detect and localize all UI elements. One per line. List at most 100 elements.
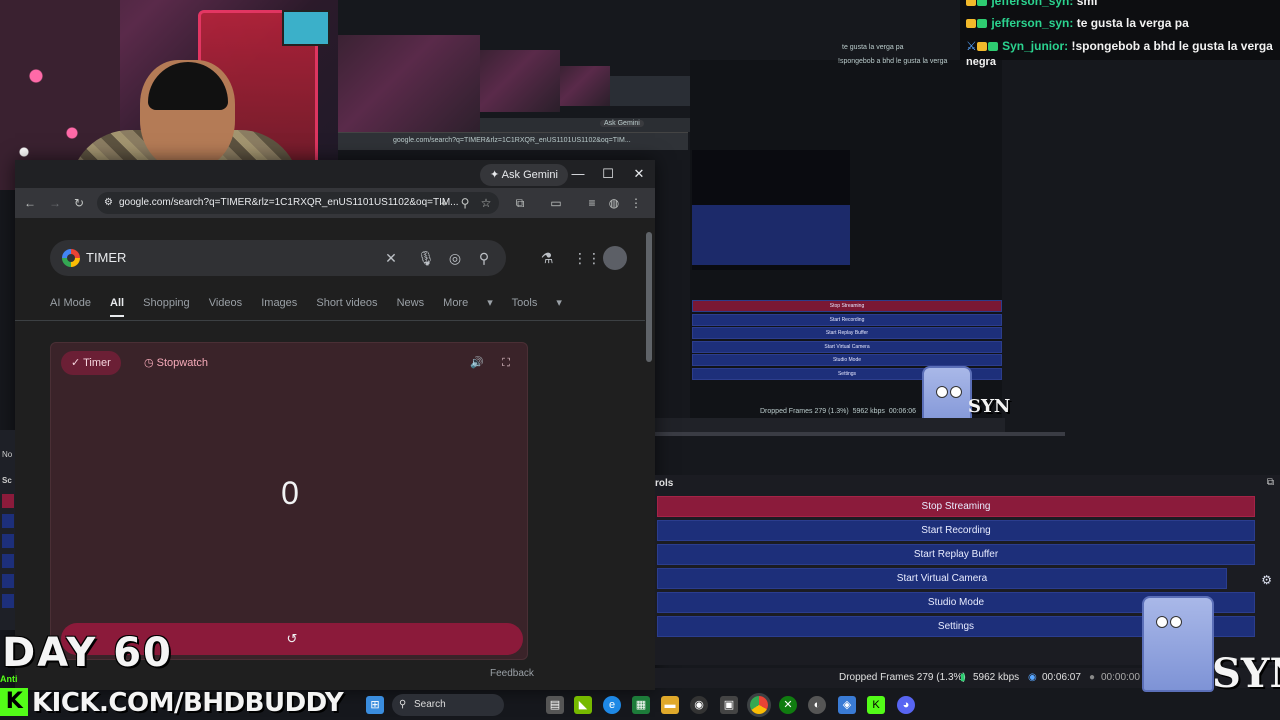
chat-text: te gusta la verga pa	[1076, 16, 1189, 30]
labs-flask-icon[interactable]: ⚗	[538, 249, 556, 267]
nested-scrollbar[interactable]	[655, 432, 1065, 436]
scene-item[interactable]	[2, 494, 14, 508]
chat-username[interactable]: Syn_junior:	[1002, 39, 1068, 53]
tab-tools[interactable]: Tools ▾	[512, 297, 562, 309]
start-recording-button[interactable]: Start Recording	[657, 520, 1255, 541]
page-scrollbar[interactable]	[646, 232, 652, 362]
forward-icon[interactable]: →	[46, 194, 64, 212]
search-icon[interactable]: ⚲	[475, 249, 493, 267]
menu-kebab-icon[interactable]: ⋮	[627, 194, 645, 212]
nested-status: Dropped Frames 279 (1.3%) 5962 kbps 00:0…	[760, 408, 916, 415]
timer-display[interactable]: 0	[51, 475, 529, 512]
scene-item[interactable]	[2, 534, 14, 548]
store-icon[interactable]: ▣	[720, 696, 738, 714]
feedback-link[interactable]: Feedback	[490, 668, 534, 679]
search-query[interactable]: TIMER	[86, 240, 126, 276]
chat-username[interactable]: jefferson_syn:	[991, 0, 1073, 8]
close-icon[interactable]: ✕	[624, 164, 654, 184]
sound-icon[interactable]: 🔊	[469, 355, 485, 371]
xbox-icon[interactable]: ✕	[779, 696, 797, 714]
tab-images[interactable]: Images	[261, 297, 297, 309]
crown-badge-icon	[966, 0, 976, 7]
scene-item[interactable]	[2, 574, 14, 588]
site-info-icon[interactable]: ⚙	[104, 192, 113, 214]
nested-chat-line-2: !spongebob a bhd le gusta la verga	[838, 58, 948, 65]
windows-icon[interactable]: ⊞	[366, 696, 384, 714]
fullscreen-icon[interactable]: ⛶	[498, 355, 514, 371]
timer-widget: ✓ Timer ◷ Stopwatch 🔊 ⛶ 0 ↺	[50, 342, 528, 660]
scene-item[interactable]	[2, 554, 14, 568]
chrome-icon[interactable]	[750, 696, 768, 714]
bookmark-star-icon[interactable]: ☆	[477, 194, 495, 212]
mic-icon[interactable]: 🎙	[417, 249, 435, 267]
chat-message: jefferson_syn: te gusta la verga pa	[966, 16, 1189, 30]
media-icon[interactable]: ≡	[583, 194, 601, 212]
chat-username[interactable]: jefferson_syn:	[991, 16, 1073, 30]
maximize-icon[interactable]: ☐	[593, 164, 623, 184]
stop-streaming-button[interactable]: Stop Streaming	[657, 496, 1255, 517]
sword-badge-icon: ⚔	[966, 39, 977, 53]
reload-icon[interactable]: ↻	[70, 194, 88, 212]
taskbar-search[interactable]: ⚲ Search	[392, 694, 504, 716]
crown-badge-icon	[966, 19, 976, 29]
google-results-page: TIMER ✕ 🎙 ◎ ⚲ ⚗ ⋮⋮ AI Mode All Shopping …	[15, 218, 655, 690]
steam-icon[interactable]: ◐	[808, 696, 826, 714]
kick-icon[interactable]: K	[867, 696, 885, 714]
files-icon[interactable]: ▤	[546, 696, 564, 714]
tab-videos[interactable]: Videos	[209, 297, 242, 309]
chrome-window: ✦ Ask Gemini — ☐ ✕ ← → ↻ ⚙ google.com/se…	[15, 160, 655, 690]
discord-icon[interactable]: ◕	[897, 696, 915, 714]
tab-search-icon[interactable]: ▭	[547, 194, 565, 212]
tab-news[interactable]: News	[397, 297, 425, 309]
extensions-icon[interactable]: ⧉	[511, 194, 529, 212]
location-icon[interactable]: ⌖	[435, 194, 453, 212]
back-icon[interactable]: ←	[21, 194, 39, 212]
kick-url-text: KICK.COM/BHDBUDDY	[32, 688, 344, 718]
nested-start-replay: Start Replay Buffer	[692, 327, 1002, 339]
dock-float-icon[interactable]: ⧉	[1267, 477, 1274, 488]
nested-capture-1	[338, 35, 480, 142]
scene-item[interactable]	[2, 514, 14, 528]
start-virtual-camera-button[interactable]: Start Virtual Camera	[657, 568, 1227, 589]
tab-all[interactable]: All	[110, 297, 125, 317]
nested-time: 00:06:06	[888, 408, 917, 415]
scene-item[interactable]	[2, 594, 14, 608]
google-logo-icon	[62, 249, 80, 267]
tab-shopping[interactable]: Shopping	[143, 297, 190, 309]
nested-toolbar: google.com/search?q=TIMER&rlz=1C1RXQR_en…	[338, 132, 688, 150]
apps-grid-icon[interactable]: ⋮⋮	[573, 249, 601, 267]
minimize-icon[interactable]: —	[563, 164, 593, 184]
check-icon: ✓	[71, 357, 84, 369]
chat-message: ⚔ Syn_junior: !spongebob a bhd le gusta …	[966, 39, 1273, 53]
nested-start-recording: Start Recording	[692, 313, 1002, 326]
stopwatch-chip[interactable]: ◷ Stopwatch	[136, 351, 216, 375]
record-icon: ●	[1089, 672, 1096, 683]
sub-badge-icon	[977, 19, 987, 29]
gear-icon[interactable]: ⚙	[1261, 573, 1272, 587]
spreadsheet-icon[interactable]: ▦	[632, 696, 650, 714]
lens-icon[interactable]: ◎	[446, 249, 464, 267]
app-icon[interactable]: ◈	[838, 696, 856, 714]
ask-gemini-button[interactable]: ✦ Ask Gemini	[480, 164, 568, 186]
start-replay-buffer-button[interactable]: Start Replay Buffer	[657, 544, 1255, 565]
obs-icon[interactable]: ◉	[690, 696, 708, 714]
avatar[interactable]	[603, 246, 627, 270]
nvidia-icon[interactable]: ◣	[574, 696, 592, 714]
timer-chip[interactable]: ✓ Timer	[61, 351, 121, 375]
anti-label: Anti	[0, 674, 18, 684]
syn-logo: SYN	[1212, 650, 1280, 697]
tab-short-videos[interactable]: Short videos	[316, 297, 377, 309]
search-box[interactable]: TIMER ✕ 🎙 ◎ ⚲	[50, 240, 506, 276]
windows-taskbar: ⊞ ⚲ Search ▤ ◣ e ▦ ▬ ◉ ▣ ✕ ◐ ◈ K ◕	[360, 690, 920, 720]
zoom-icon[interactable]: ⚲	[456, 194, 474, 212]
tab-ai-mode[interactable]: AI Mode	[50, 297, 91, 309]
nested-virtual-camera: Start Virtual Camera	[692, 340, 1002, 353]
clear-icon[interactable]: ✕	[382, 249, 400, 267]
nested-taskbar	[655, 418, 1005, 432]
tab-more[interactable]: More ▾	[443, 297, 493, 309]
profile-icon[interactable]: ◍	[605, 194, 623, 212]
title-bar: ✦ Ask Gemini — ☐ ✕	[15, 160, 655, 188]
edge-icon[interactable]: e	[603, 696, 621, 714]
folder-icon[interactable]: ▬	[661, 696, 679, 714]
timer-chip-label: Timer	[83, 357, 111, 369]
